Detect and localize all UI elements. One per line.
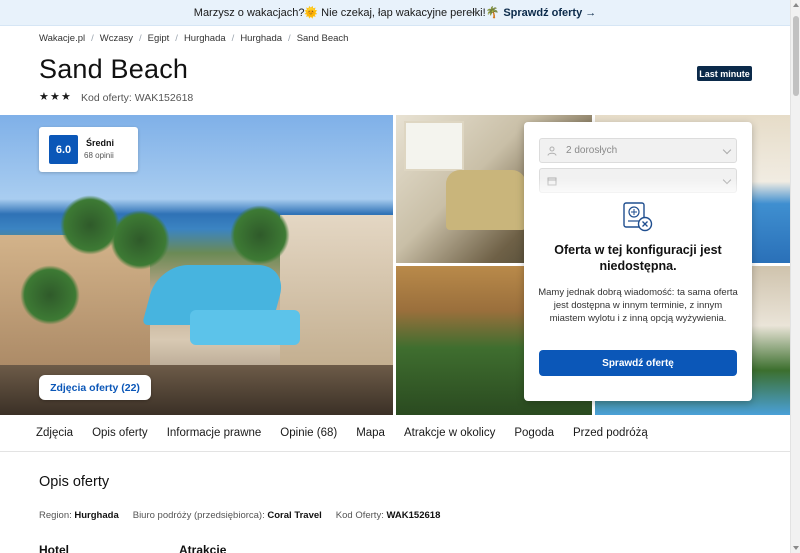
person-icon xyxy=(547,146,557,156)
promo-link[interactable]: Sprawdź oferty → xyxy=(503,7,596,19)
code-info: Kod Oferty: WAK152618 xyxy=(335,510,441,521)
star-icon: ★ xyxy=(61,91,71,103)
tab-nearby-attractions[interactable]: Atrakcje w okolicy xyxy=(404,427,495,439)
promo-text: Marzysz o wakacjach?🌞 Nie czekaj, łap wa… xyxy=(193,7,500,19)
tab-legal-info[interactable]: Informacje prawne xyxy=(167,427,262,439)
offer-code: Kod oferty: WAK152618 xyxy=(81,92,194,104)
booking-panel: 2 dorosłych Oferta w tej konfiguracji je… xyxy=(524,122,752,401)
star-icon: ★ xyxy=(39,91,49,103)
arrow-right-icon: → xyxy=(585,6,597,19)
tab-map[interactable]: Mapa xyxy=(356,427,385,439)
star-rating: ★ ★ ★ xyxy=(39,91,71,103)
star-icon: ★ xyxy=(50,91,60,103)
unavailable-body: Mamy jednak dobrą wiadomość: ta sama ofe… xyxy=(538,287,738,324)
tab-offer-description[interactable]: Opis oferty xyxy=(92,427,148,439)
chevron-down-icon xyxy=(722,145,732,155)
rating-score: 6.0 xyxy=(49,135,78,164)
last-minute-badge: Last minute xyxy=(697,66,752,81)
breadcrumb-item[interactable]: Egipt xyxy=(148,33,170,44)
breadcrumb: Wakacje.pl / Wczasy / Egipt / Hurghada / Hur… xyxy=(39,33,349,44)
tab-reviews[interactable]: Opinie (68) xyxy=(280,427,337,439)
section-tabs: Zdjęcia Opis oferty Informacje prawne Op… xyxy=(0,415,790,452)
section-title: Opis oferty xyxy=(39,474,110,490)
scroll-down-icon[interactable] xyxy=(793,546,799,550)
unavailable-title: Oferta w tej konfiguracji jest niedostęp… xyxy=(554,243,722,273)
hotel-heading: Hotel xyxy=(39,543,69,553)
photos-button[interactable]: Zdjęcia oferty (22) xyxy=(39,375,151,400)
breadcrumb-item[interactable]: Hurghada xyxy=(184,33,226,44)
tab-before-trip[interactable]: Przed podróżą xyxy=(573,427,648,439)
promo-link-label: Sprawdź oferty xyxy=(503,6,583,19)
breadcrumb-item[interactable]: Hurghada xyxy=(240,33,282,44)
agency-info: Biuro podróży (przedsiębiorca): Coral Tr… xyxy=(132,510,322,521)
scroll-up-icon[interactable] xyxy=(793,3,799,7)
check-offer-button[interactable]: Sprawdź ofertę xyxy=(539,350,737,376)
region-info: Region: Hurghada xyxy=(39,510,119,521)
travelers-select[interactable]: 2 dorosłych xyxy=(539,138,737,163)
offer-meta: Region: Hurghada Biuro podróży (przedsię… xyxy=(39,510,440,521)
rating-card[interactable]: 6.0 Średni 68 opinii xyxy=(39,127,138,172)
breadcrumb-item[interactable]: Wakacje.pl xyxy=(39,33,85,44)
tab-weather[interactable]: Pogoda xyxy=(514,427,554,439)
attractions-heading: Atrakcje xyxy=(179,543,227,553)
scrollbar-thumb[interactable] xyxy=(793,16,799,96)
breadcrumb-current: Sand Beach xyxy=(296,33,349,44)
promo-banner: Marzysz o wakacjach?🌞 Nie czekaj, łap wa… xyxy=(0,0,790,26)
rating-label: Średni xyxy=(86,138,115,148)
breadcrumb-item[interactable]: Wczasy xyxy=(100,33,133,44)
page-scrollbar[interactable] xyxy=(790,0,800,553)
rating-count: 68 opinii xyxy=(84,151,114,160)
page-title: Sand Beach xyxy=(39,54,189,84)
unavailable-offer-icon xyxy=(621,200,655,234)
travelers-value: 2 dorosłych xyxy=(566,145,618,156)
tab-photos[interactable]: Zdjęcia xyxy=(36,427,73,439)
